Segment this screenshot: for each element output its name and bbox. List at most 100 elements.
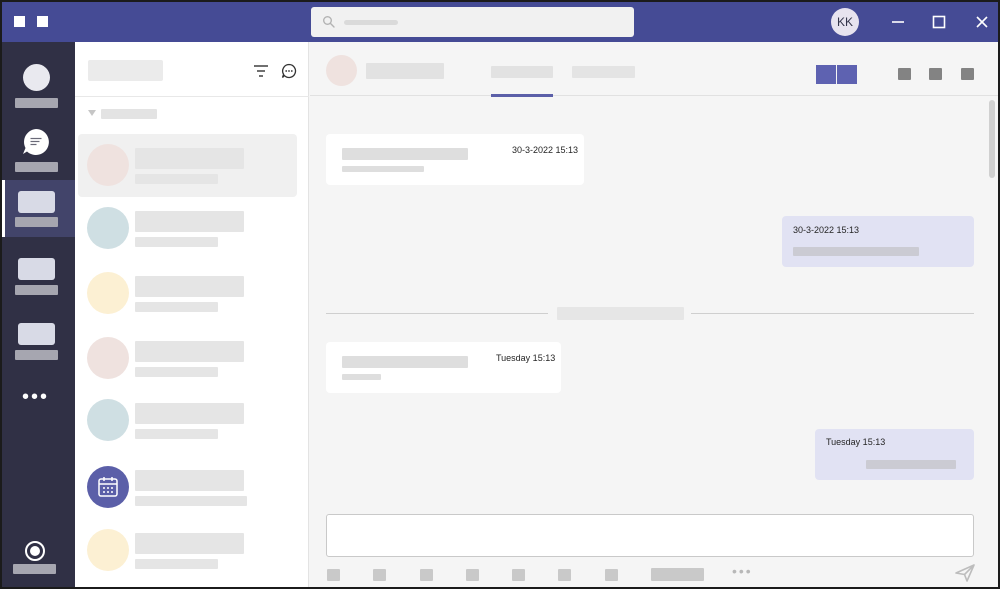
rail-item-label bbox=[15, 98, 58, 108]
message-sender bbox=[342, 148, 468, 160]
search-icon bbox=[323, 16, 335, 28]
search-placeholder bbox=[344, 20, 398, 25]
message-outgoing: 30-3-2022 15:13 bbox=[782, 216, 974, 267]
compose-tool-button[interactable] bbox=[512, 569, 525, 581]
message-text bbox=[342, 166, 424, 172]
rail-item-calls[interactable] bbox=[2, 314, 75, 374]
send-icon[interactable] bbox=[955, 564, 975, 582]
search-box[interactable] bbox=[311, 7, 634, 37]
message-incoming: 30-3-2022 15:13 bbox=[326, 134, 584, 185]
message-text bbox=[793, 247, 919, 256]
chat-list-title bbox=[88, 60, 163, 81]
chat-item-preview bbox=[135, 302, 218, 312]
calls-icon bbox=[18, 323, 55, 345]
avatar bbox=[87, 337, 129, 379]
chevron-down-icon[interactable] bbox=[88, 110, 96, 116]
date-divider-line bbox=[691, 313, 974, 314]
message-sender bbox=[342, 356, 468, 368]
header-action-button[interactable] bbox=[929, 68, 942, 80]
avatar bbox=[87, 466, 129, 508]
chat-list-item[interactable] bbox=[78, 389, 297, 452]
section-label bbox=[101, 109, 157, 119]
compose-tool-button-wide[interactable] bbox=[651, 568, 704, 581]
chat-list-item[interactable] bbox=[78, 456, 297, 519]
avatar bbox=[87, 399, 129, 441]
chat-item-preview bbox=[135, 174, 218, 184]
avatar[interactable] bbox=[326, 55, 357, 86]
conversation-panel: 30-3-2022 15:13 30-3-2022 15:13 Tuesday … bbox=[310, 42, 998, 587]
message-timestamp: Tuesday 15:13 bbox=[496, 353, 556, 363]
chat-item-preview bbox=[135, 429, 218, 439]
rail-item-chat[interactable] bbox=[2, 118, 75, 180]
conversation-title bbox=[366, 63, 444, 79]
rail-item-label bbox=[15, 162, 58, 172]
maximize-icon[interactable] bbox=[929, 12, 949, 32]
compose-tool-button[interactable] bbox=[373, 569, 386, 581]
status-icon bbox=[25, 541, 45, 561]
compose-tool-button[interactable] bbox=[420, 569, 433, 581]
rail-item-calendar[interactable] bbox=[2, 248, 75, 308]
chat-list-item[interactable] bbox=[78, 262, 297, 325]
chat-item-preview bbox=[135, 367, 218, 377]
compose-tool-button[interactable] bbox=[558, 569, 571, 581]
chat-item-name bbox=[135, 403, 244, 424]
scrollbar[interactable] bbox=[989, 100, 995, 178]
message-timestamp: 30-3-2022 15:13 bbox=[512, 145, 579, 155]
chat-list-item[interactable] bbox=[78, 519, 297, 582]
header-action-button[interactable] bbox=[961, 68, 974, 80]
audio-call-icon[interactable] bbox=[837, 65, 857, 84]
filter-icon[interactable] bbox=[253, 64, 269, 78]
rail-item-label bbox=[15, 285, 58, 295]
tab-chat[interactable] bbox=[491, 66, 553, 78]
more-icon[interactable]: ••• bbox=[732, 564, 753, 578]
message-timestamp: Tuesday 15:13 bbox=[826, 437, 886, 447]
close-icon[interactable] bbox=[972, 12, 992, 32]
tab-files[interactable] bbox=[572, 66, 635, 78]
activity-icon bbox=[23, 64, 50, 91]
app-window: KK ••• 30-3-2022 15:13 30-3-2022 15:13 T… bbox=[0, 0, 1000, 589]
rail-item-label bbox=[15, 350, 58, 360]
rail-item-status[interactable] bbox=[2, 532, 75, 577]
avatar bbox=[87, 207, 129, 249]
rail-item-activity[interactable] bbox=[2, 54, 75, 116]
date-divider-label bbox=[557, 307, 684, 320]
chat-item-name bbox=[135, 470, 244, 491]
app-rail: ••• bbox=[2, 42, 75, 587]
rail-item-teams[interactable] bbox=[2, 180, 75, 237]
compose-tool-button[interactable] bbox=[327, 569, 340, 581]
avatar bbox=[87, 529, 129, 571]
user-avatar[interactable]: KK bbox=[831, 8, 859, 36]
chat-item-name bbox=[135, 341, 244, 362]
chat-item-preview bbox=[135, 496, 247, 506]
message-text bbox=[866, 460, 956, 469]
divider bbox=[75, 96, 309, 97]
calendar-icon bbox=[18, 258, 55, 280]
avatar bbox=[87, 144, 129, 186]
avatar bbox=[87, 272, 129, 314]
video-call-icon[interactable] bbox=[816, 65, 836, 84]
chat-item-preview bbox=[135, 237, 218, 247]
header-action-button[interactable] bbox=[898, 68, 911, 80]
compose-input[interactable] bbox=[326, 514, 974, 557]
chat-item-name bbox=[135, 211, 244, 232]
compose-tool-button[interactable] bbox=[605, 569, 618, 581]
message-timestamp: 30-3-2022 15:13 bbox=[793, 225, 860, 235]
chat-list-item[interactable] bbox=[78, 327, 297, 390]
chat-item-name bbox=[135, 148, 244, 169]
window-square-icon[interactable] bbox=[37, 16, 48, 27]
message-text bbox=[342, 374, 381, 380]
calendar-icon bbox=[98, 477, 118, 497]
conversation-header bbox=[310, 42, 998, 97]
window-square-icon[interactable] bbox=[14, 16, 25, 27]
new-chat-icon[interactable] bbox=[281, 63, 297, 79]
chat-list-item[interactable] bbox=[78, 197, 297, 260]
chat-item-name bbox=[135, 276, 244, 297]
chat-item-name bbox=[135, 533, 244, 554]
minimize-icon[interactable] bbox=[888, 12, 908, 32]
date-divider-line bbox=[326, 313, 548, 314]
tab-underline bbox=[491, 94, 553, 97]
more-icon[interactable]: ••• bbox=[22, 387, 49, 407]
chat-list-item[interactable] bbox=[78, 134, 297, 197]
message-incoming: Tuesday 15:13 bbox=[326, 342, 561, 393]
compose-tool-button[interactable] bbox=[466, 569, 479, 581]
